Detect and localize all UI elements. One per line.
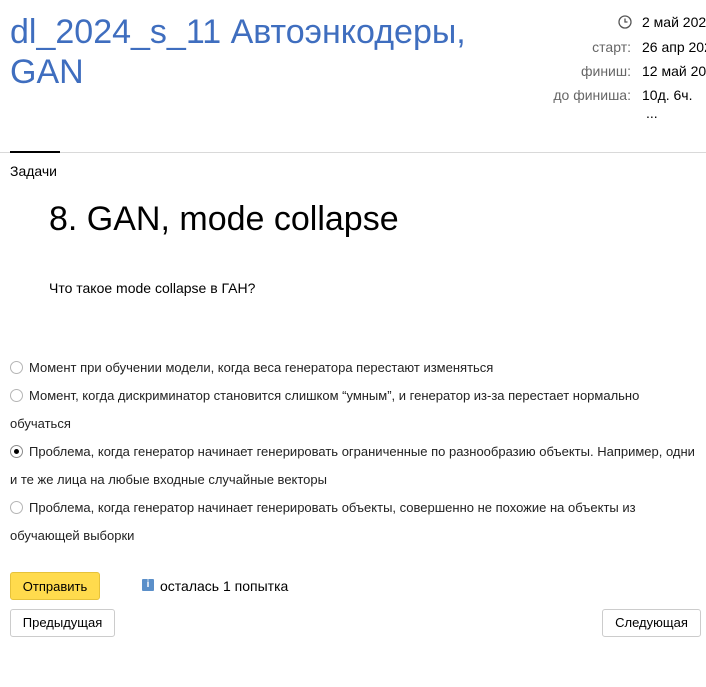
answer-options: Момент при обучении модели, когда веса г… <box>10 354 702 550</box>
answer-option-text: Проблема, когда генератор начинает генер… <box>10 500 636 543</box>
answer-option-text: Момент, когда дискриминатор становится с… <box>10 388 640 431</box>
answer-option[interactable]: Момент, когда дискриминатор становится с… <box>10 382 702 438</box>
start-label: старт: <box>592 39 631 55</box>
tab-active-indicator <box>10 151 60 153</box>
finish-value: 12 май 2024 <box>642 63 706 79</box>
answer-option[interactable]: Момент при обучении модели, когда веса г… <box>10 354 702 382</box>
attempts-remaining: осталась 1 попытка <box>160 578 289 594</box>
more-link[interactable]: ... <box>646 105 658 121</box>
radio-button[interactable] <box>10 501 23 514</box>
finish-label: финиш: <box>580 63 631 79</box>
next-button[interactable]: Следующая <box>602 609 701 637</box>
current-date: 2 май 2024 <box>642 14 706 30</box>
tab-tasks[interactable]: Задачи <box>10 161 57 181</box>
info-icon: i <box>142 579 154 591</box>
answer-option[interactable]: Проблема, когда генератор начинает генер… <box>10 494 702 550</box>
radio-button[interactable] <box>10 389 23 402</box>
answer-option-text: Момент при обучении модели, когда веса г… <box>29 360 494 375</box>
start-value: 26 апр 2024 <box>642 39 706 55</box>
remaining-value: 10д. 6ч. <box>642 87 693 103</box>
problem-title: 8. GAN, mode collapse <box>49 200 399 238</box>
answer-option[interactable]: Проблема, когда генератор начинает генер… <box>10 438 702 494</box>
radio-button[interactable] <box>10 361 23 374</box>
contest-meta: 2 май 2024 старт: 26 апр 2024 финиш: 12 … <box>0 0 706 130</box>
submit-button[interactable]: Отправить <box>10 572 100 600</box>
problem-question: Что такое mode collapse в ГАН? <box>49 280 256 296</box>
previous-button[interactable]: Предыдущая <box>10 609 115 637</box>
answer-option-text: Проблема, когда генератор начинает генер… <box>10 444 695 487</box>
tabs-divider <box>0 152 706 153</box>
radio-button-selected[interactable] <box>10 445 23 458</box>
remaining-label: до финиша: <box>553 87 631 103</box>
